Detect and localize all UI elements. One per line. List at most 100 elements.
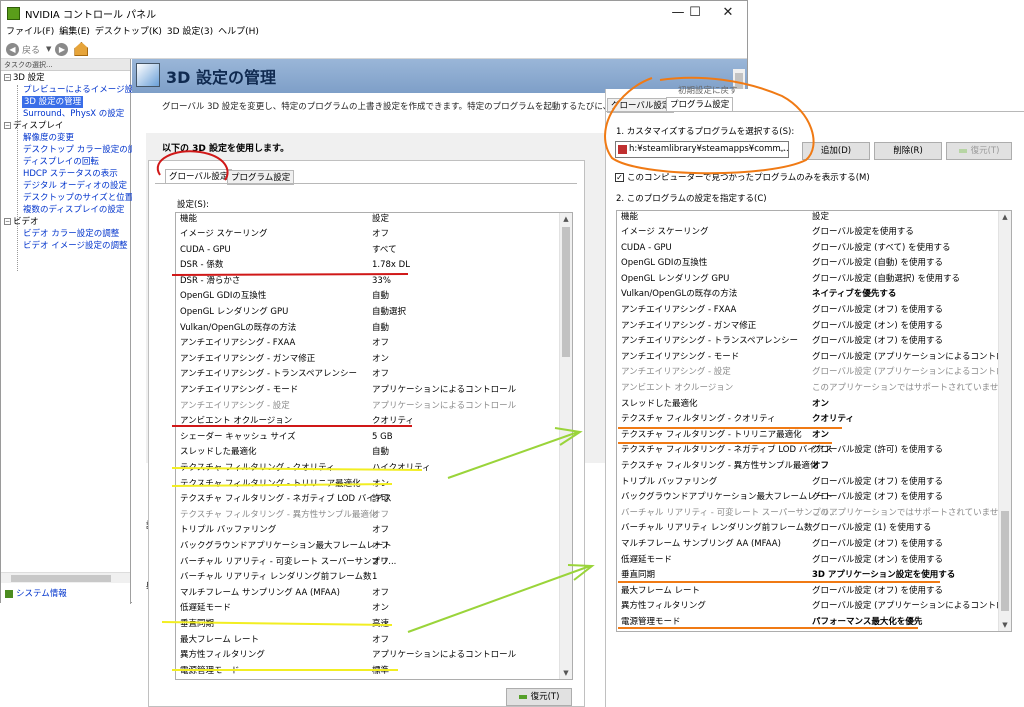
setting-row[interactable]: 低遅延モード オン <box>176 601 558 617</box>
setting-row[interactable]: テクスチャ フィルタリング - ネガティブ LOD バイアス グローバル設定 (許… <box>617 443 999 459</box>
show-found-only-checkbox[interactable]: ✓ このコンピューターで見つかったプログラムのみを表示する(M) <box>615 171 870 183</box>
setting-row[interactable]: バーチャル リアリティ レンダリング前フレーム数 グローバル設定 (1) を使用す… <box>617 521 999 537</box>
scroll-thumb[interactable] <box>1001 511 1009 611</box>
collapse-icon[interactable]: − <box>4 122 11 129</box>
list-vertical-scrollbar[interactable]: ▲ ▼ <box>559 213 572 679</box>
home-icon[interactable] <box>74 42 89 56</box>
setting-row[interactable]: 最大フレーム レート オフ <box>176 633 558 649</box>
list-vertical-scrollbar[interactable]: ▲ ▼ <box>998 211 1011 631</box>
setting-row[interactable]: スレッドした最適化 オン <box>617 397 999 413</box>
restore-button[interactable]: 復元(T) <box>506 688 572 706</box>
setting-row[interactable]: イメージ スケーリング グローバル設定を使用する <box>617 225 999 241</box>
setting-row[interactable]: イメージ スケーリング オフ <box>176 227 558 243</box>
setting-row[interactable]: CUDA - GPU グローバル設定 (すべて) を使用する <box>617 241 999 257</box>
setting-row[interactable]: アンチエイリアシング - モード アプリケーションによるコントロール <box>176 383 558 399</box>
setting-row[interactable]: アンチエイリアシング - 設定 グローバル設定 (アプリケーションによるコントロー… <box>617 365 1011 381</box>
back-dropdown-icon[interactable]: ▼ <box>46 45 51 53</box>
setting-row[interactable]: 電源管理モード パフォーマンス最大化を優先 <box>617 615 999 631</box>
checkmark-icon[interactable]: ✓ <box>615 173 624 182</box>
menu-file[interactable]: ファイル(F) <box>1 25 54 40</box>
tree-item-digital-audio[interactable]: デジタル オーディオの設定 <box>23 180 127 192</box>
setting-row[interactable]: テクスチャ フィルタリング - クオリティ クオリティ <box>617 412 999 428</box>
setting-row[interactable]: アンビエント オクルージョン クオリティ <box>176 414 558 430</box>
setting-row[interactable]: アンチエイリアシング - FXAA グローバル設定 (オフ) を使用する <box>617 303 999 319</box>
tree-item-multi-display[interactable]: 複数のディスプレイの設定 <box>23 204 124 216</box>
tree-item-video[interactable]: − ビデオ <box>4 216 39 228</box>
setting-row[interactable]: アンチエイリアシング - ガンマ修正 オン <box>176 352 558 368</box>
forward-arrow-icon[interactable]: ▶ <box>55 42 69 56</box>
setting-row[interactable]: アンチエイリアシング - トランスペアレンシー グローバル設定 (オフ) を使用す… <box>617 334 999 350</box>
tree-item-video-color[interactable]: ビデオ カラー設定の調整 <box>23 228 119 240</box>
tree-item-rotate[interactable]: ディスプレイの回転 <box>23 156 99 168</box>
setting-row[interactable]: トリプル バッファリング オフ <box>176 523 558 539</box>
setting-row[interactable]: アンチエイリアシング - FXAA オフ <box>176 336 558 352</box>
scroll-thumb[interactable] <box>562 227 570 357</box>
scroll-thumb[interactable] <box>11 575 111 582</box>
scroll-down-icon[interactable]: ▼ <box>999 619 1011 631</box>
tree-item-manage-3d[interactable]: 3D 設定の管理 <box>22 96 84 108</box>
setting-row[interactable]: アンチエイリアシング - 設定 アプリケーションによるコントロール <box>176 399 558 415</box>
tree-item-display[interactable]: − ディスプレイ <box>4 120 63 132</box>
setting-row[interactable]: OpenGL レンダリング GPU グローバル設定 (自動選択) を使用する <box>617 272 999 288</box>
setting-row[interactable]: OpenGL GDIの互換性 グローバル設定 (自動) を使用する <box>617 256 999 272</box>
restore-defaults-link[interactable]: 初期設定に戻す <box>678 84 738 96</box>
setting-row[interactable]: トリプル バッファリング グローバル設定 (オフ) を使用する <box>617 475 999 491</box>
close-button[interactable]: ✕ <box>705 1 751 25</box>
setting-row[interactable]: シェーダー キャッシュ サイズ 5 GB <box>176 430 558 446</box>
menu-3d-settings[interactable]: 3D 設定(3) <box>162 25 213 40</box>
tree-item-desktop-color[interactable]: デスクトップ カラー設定の調整 <box>23 144 145 156</box>
scroll-up-icon[interactable]: ▲ <box>560 213 572 225</box>
setting-row[interactable]: マルチフレーム サンプリング AA (MFAA) グローバル設定 (オフ) を使用… <box>617 537 999 553</box>
tree-horizontal-scrollbar[interactable] <box>1 572 130 583</box>
setting-row[interactable]: 最大フレーム レート グローバル設定 (オフ) を使用する <box>617 584 999 600</box>
menu-help[interactable]: ヘルプ(H) <box>213 25 259 40</box>
tree-item-resolution[interactable]: 解像度の変更 <box>23 132 74 144</box>
setting-row[interactable]: 低遅延モード グローバル設定 (オン) を使用する <box>617 553 999 569</box>
chevron-down-icon[interactable]: ⌵ <box>779 142 785 157</box>
setting-row[interactable]: 電源管理モード 標準 <box>176 664 558 679</box>
back-label[interactable]: 戻る <box>22 43 40 56</box>
setting-row[interactable]: 垂直同期 3D アプリケーション設定を使用する <box>617 568 999 584</box>
setting-row[interactable]: バーチャル リアリティ - 可変レート スーパーサンプリ... このアプリケーショ… <box>617 506 1007 522</box>
collapse-icon[interactable]: − <box>4 74 11 81</box>
setting-row[interactable]: バーチャル リアリティ - 可変レート スーパーサンプリ... オフ <box>176 555 558 571</box>
setting-row[interactable]: テクスチャ フィルタリング - トリリニア最適化 オン <box>176 477 558 493</box>
setting-row[interactable]: アンチエイリアシング - トランスペアレンシー オフ <box>176 367 558 383</box>
setting-row[interactable]: DSR - 係数 1.78x DL <box>176 258 558 274</box>
menu-desktop[interactable]: デスクトップ(K) <box>90 25 162 40</box>
setting-row[interactable]: バックグラウンドアプリケーション最大フレームレート オフ <box>176 539 558 555</box>
restore-button[interactable]: 復元(T) <box>946 142 1012 160</box>
setting-row[interactable]: バックグラウンドアプリケーション最大フレームレート グローバル設定 (オフ) を使… <box>617 490 999 506</box>
tab-global-settings[interactable]: グローバル設定 <box>165 169 233 184</box>
scroll-down-icon[interactable]: ▼ <box>560 667 572 679</box>
menu-edit[interactable]: 編集(E) <box>54 25 90 40</box>
add-button[interactable]: 追加(D) <box>802 142 870 160</box>
program-settings-list[interactable]: 機能 設定 イメージ スケーリング グローバル設定を使用する CUDA - GPU グ… <box>616 210 1012 632</box>
setting-row[interactable]: アンチエイリアシング - モード グローバル設定 (アプリケーションによるコントロ… <box>617 350 1011 366</box>
setting-row[interactable]: テクスチャ フィルタリング - 異方性サンプル最適化 オフ <box>176 508 558 524</box>
tree-item-hdcp[interactable]: HDCP ステータスの表示 <box>23 168 118 180</box>
scroll-up-icon[interactable]: ▲ <box>999 211 1011 223</box>
setting-row[interactable]: Vulkan/OpenGLの既存の方法 ネイティブを優先する <box>617 287 999 303</box>
setting-row[interactable]: 異方性フィルタリング アプリケーションによるコントロール <box>176 648 558 664</box>
setting-row[interactable]: アンビエント オクルージョン このアプリケーションではサポートされていません <box>617 381 1007 397</box>
setting-row[interactable]: テクスチャ フィルタリング - トリリニア最適化 オン <box>617 428 999 444</box>
setting-row[interactable]: アンチエイリアシング - ガンマ修正 グローバル設定 (オン) を使用する <box>617 319 999 335</box>
setting-row[interactable]: マルチフレーム サンプリング AA (MFAA) オフ <box>176 586 558 602</box>
setting-row[interactable]: DSR - 滑らかさ 33% <box>176 274 558 290</box>
setting-row[interactable]: OpenGL GDIの互換性 自動 <box>176 289 558 305</box>
setting-row[interactable]: スレッドした最適化 自動 <box>176 445 558 461</box>
setting-row[interactable]: 垂直同期 高速 <box>176 617 558 633</box>
setting-row[interactable]: 異方性フィルタリング グローバル設定 (アプリケーションによるコントロール) ..… <box>617 599 1011 615</box>
setting-row[interactable]: OpenGL レンダリング GPU 自動選択 <box>176 305 558 321</box>
setting-row[interactable]: CUDA - GPU すべて <box>176 243 558 259</box>
setting-row[interactable]: テクスチャ フィルタリング - 異方性サンプル最適化 オフ <box>617 459 999 475</box>
setting-row[interactable]: バーチャル リアリティ レンダリング前フレーム数 1 <box>176 570 558 586</box>
setting-row[interactable]: Vulkan/OpenGLの既存の方法 自動 <box>176 321 558 337</box>
setting-row[interactable]: テクスチャ フィルタリング - クオリティ ハイクオリティ <box>176 461 558 477</box>
tab-program-settings[interactable]: プログラム設定 <box>666 97 734 112</box>
tree-item-video-image[interactable]: ビデオ イメージ設定の調整 <box>23 240 128 252</box>
back-arrow-icon[interactable]: ◀ <box>6 42 19 56</box>
tree-item-surround-physx[interactable]: Surround、PhysX の設定 <box>23 108 124 120</box>
remove-button[interactable]: 削除(R) <box>874 142 942 160</box>
